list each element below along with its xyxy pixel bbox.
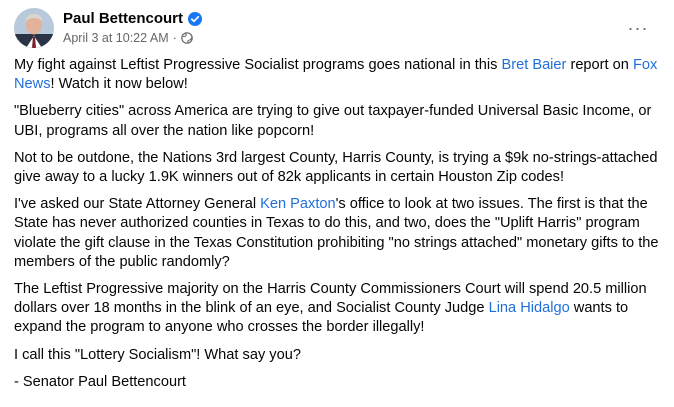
- paragraph-1-text: My fight against Leftist Progressive Soc…: [14, 57, 502, 73]
- avatar[interactable]: [14, 8, 54, 48]
- more-horizontal-icon: ···: [627, 17, 649, 38]
- link-ken-paxton[interactable]: Ken Paxton: [260, 196, 335, 212]
- post-paragraph-5: The Leftist Progressive majority on the …: [14, 280, 664, 338]
- globe-icon[interactable]: [180, 32, 193, 44]
- link-bret-baier[interactable]: Bret Baier: [502, 57, 567, 73]
- more-options-button[interactable]: ···: [622, 12, 654, 44]
- facebook-post: Paul Bettencourt April 3 at 10:22 AM · ·…: [0, 0, 674, 407]
- post-paragraph-2: "Blueberry cities" across America are tr…: [14, 103, 652, 139]
- meta-separator: ·: [172, 31, 177, 45]
- paragraph-1-text-end: ! Watch it now below!: [50, 76, 188, 93]
- post-paragraph-3: Not to be outdone, the Nations 3rd large…: [14, 149, 658, 186]
- post-paragraph-1: My fight against Leftist Progressive Soc…: [14, 56, 664, 94]
- verified-badge-icon: [188, 11, 203, 26]
- post-paragraph-4: I've asked our State Attorney General Ke…: [14, 195, 664, 272]
- post-body: My fight against Leftist Progressive Soc…: [14, 56, 664, 400]
- post-timestamp[interactable]: April 3 at 10:22 AM: [63, 30, 169, 46]
- author-name[interactable]: Paul Bettencourt: [63, 9, 203, 28]
- paragraph-4-text: I've asked our State Attorney General: [14, 196, 261, 213]
- post-signature: - Senator Paul Bettencourt: [14, 373, 186, 390]
- author-name-text[interactable]: Paul Bettencourt: [63, 9, 183, 28]
- post-meta: April 3 at 10:22 AM ·: [63, 30, 193, 46]
- link-lina-hidalgo[interactable]: Lina Hidalgo: [489, 300, 570, 316]
- paragraph-1-text-middle: report on: [566, 57, 633, 73]
- post-header: Paul Bettencourt April 3 at 10:22 AM · ·…: [14, 8, 664, 48]
- post-paragraph-6: I call this "Lottery Socialism"! What sa…: [14, 346, 301, 363]
